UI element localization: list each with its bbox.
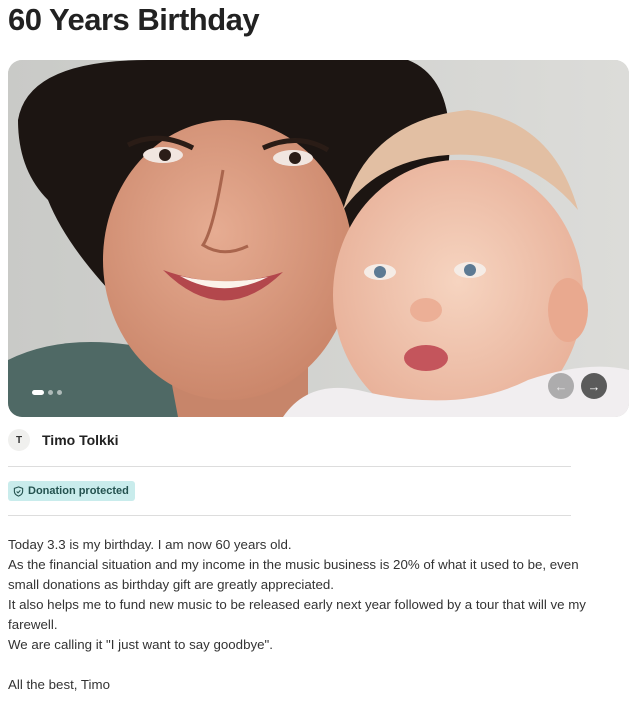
hero-carousel[interactable]: ← → [8, 60, 629, 417]
carousel-indicators [32, 390, 62, 395]
divider [8, 466, 571, 467]
story-signoff: All the best, Timo [8, 677, 110, 692]
story-line: We are calling it "I just want to say go… [8, 637, 273, 652]
shield-icon [13, 485, 24, 497]
arrow-left-icon: ← [554, 378, 568, 394]
story-line: Today 3.3 is my birthday. I am now 60 ye… [8, 537, 292, 552]
badge-label: Donation protected [28, 485, 129, 497]
campaign-story: Today 3.3 is my birthday. I am now 60 ye… [8, 535, 598, 695]
carousel-next-button[interactable]: → [581, 373, 607, 399]
organizer[interactable]: T Timo Tolkki [8, 429, 119, 451]
organizer-name[interactable]: Timo Tolkki [42, 432, 119, 448]
avatar: T [8, 429, 30, 451]
carousel-dot[interactable] [48, 390, 53, 395]
carousel-dot[interactable] [57, 390, 62, 395]
hero-photo [8, 60, 629, 417]
carousel-prev-button[interactable]: ← [548, 373, 574, 399]
carousel-dot-active[interactable] [32, 390, 44, 395]
story-line: As the financial situation and my income… [8, 557, 579, 592]
divider [8, 515, 571, 516]
page-title: 60 Years Birthday [8, 2, 260, 37]
arrow-right-icon: → [587, 378, 601, 394]
donation-protected-badge[interactable]: Donation protected [8, 481, 135, 501]
story-line: It also helps me to fund new music to be… [8, 597, 586, 632]
